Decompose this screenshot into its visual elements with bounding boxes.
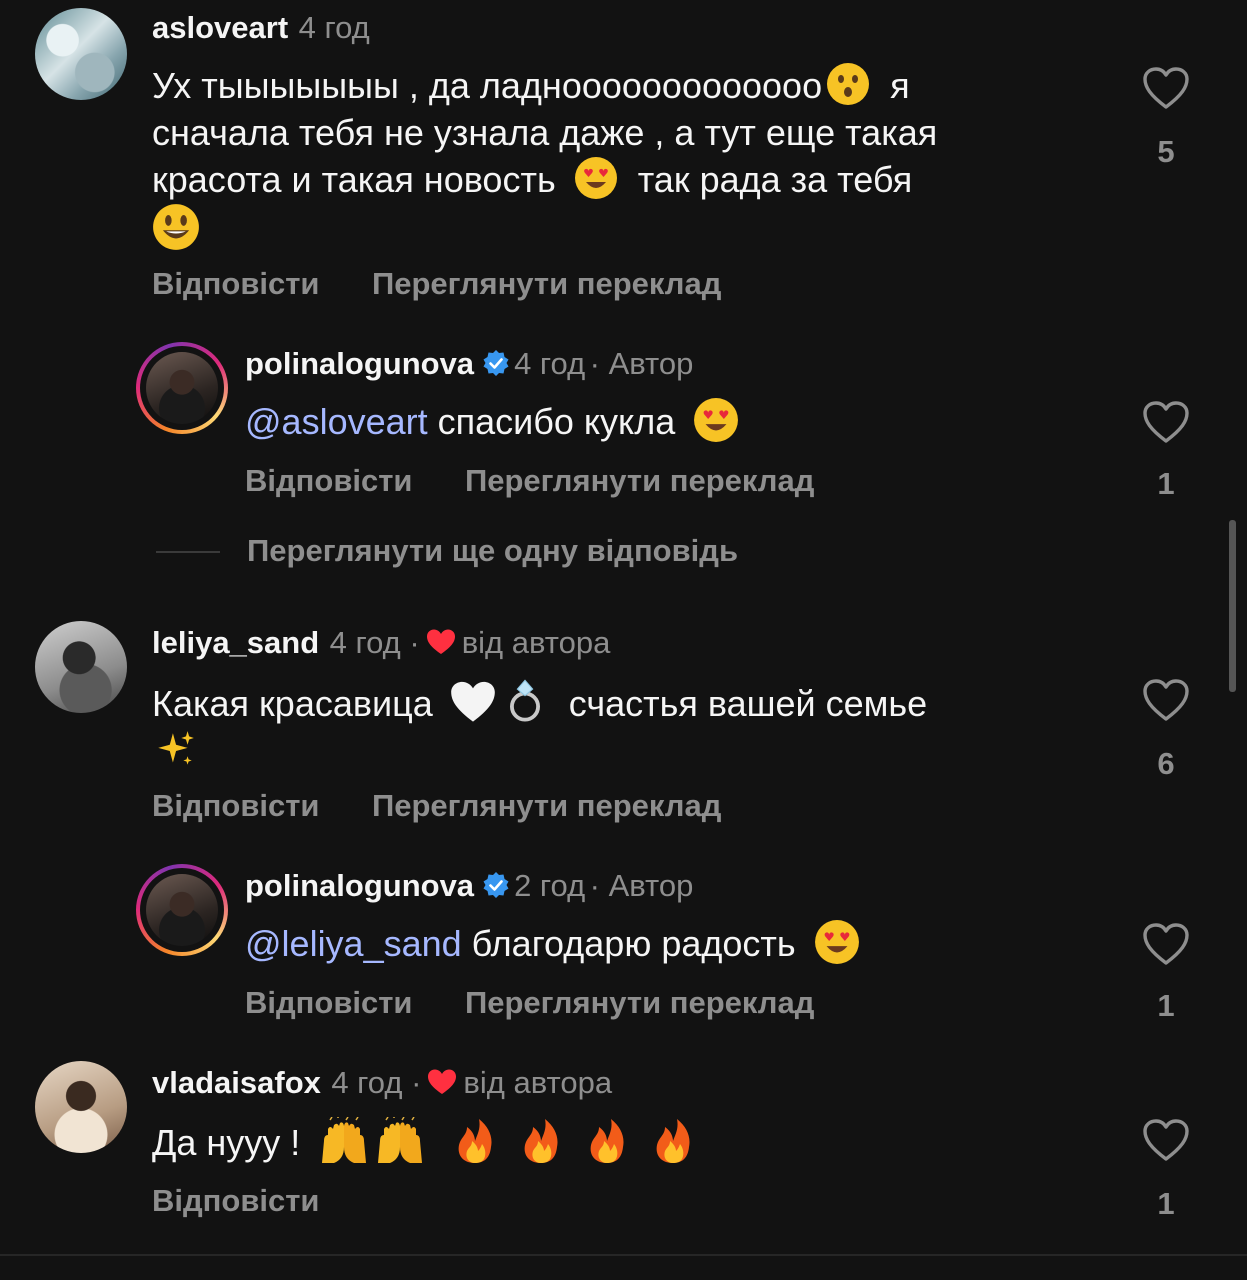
reply-button[interactable]: Відповісти [152, 266, 320, 301]
white-heart-emoji [449, 680, 497, 724]
avatar-polinalogunova [146, 352, 218, 424]
author-label: · Автор [589, 868, 694, 903]
raising-hands-emoji [372, 1117, 428, 1165]
like-heart-icon[interactable] [1142, 678, 1190, 722]
verified-badge-icon [482, 871, 510, 899]
author-label: · Автор [589, 346, 694, 381]
comment-text: @asloveart спасибо кукла [245, 397, 739, 445]
comment-text: Ух тыыыыыыы , да ладнооооооооооооо я сна… [152, 62, 1112, 254]
avatar-polinalogunova [146, 874, 218, 946]
liked-by-author-label: від автора [461, 625, 611, 660]
avatar-asloveart[interactable] [35, 8, 127, 100]
comment-text: Да нууу ! [152, 1117, 696, 1166]
see-translation-button[interactable]: Переглянути переклад [372, 266, 721, 301]
view-more-replies-button[interactable]: Переглянути ще одну відповідь [247, 533, 738, 569]
liked-by-author-label: від автора [463, 1065, 613, 1100]
reply-button[interactable]: Відповісти [245, 985, 413, 1020]
ring-emoji [501, 676, 549, 724]
reply-button[interactable]: Відповісти [245, 463, 413, 498]
reply-button[interactable]: Відповісти [152, 1183, 320, 1218]
like-count: 1 [1157, 988, 1175, 1023]
scrollbar[interactable] [1229, 520, 1236, 692]
like-count: 6 [1157, 746, 1175, 781]
username[interactable]: polinalogunova [245, 346, 474, 381]
see-translation-button[interactable]: Переглянути переклад [465, 985, 814, 1020]
comment-text: @leliya_sand благодарю радость [245, 919, 860, 967]
see-translation-button[interactable]: Переглянути переклад [372, 788, 721, 823]
like-count: 1 [1157, 466, 1175, 501]
comment-text: Какая красавица счастья вашей семье [152, 676, 927, 776]
fire-emoji [650, 1117, 696, 1165]
comment-time: 4 год · [331, 1065, 422, 1100]
heart-eyes-emoji [693, 397, 739, 443]
see-translation-button[interactable]: Переглянути переклад [465, 463, 814, 498]
story-ring[interactable] [136, 342, 228, 434]
like-count: 1 [1157, 1186, 1175, 1221]
fire-emoji [518, 1117, 564, 1165]
hushed-face-emoji [826, 62, 870, 106]
like-count: 5 [1157, 134, 1175, 169]
comment-time: 2 год [514, 868, 586, 903]
username[interactable]: vladaisafox [152, 1065, 321, 1100]
like-heart-icon[interactable] [1142, 922, 1190, 966]
like-heart-icon[interactable] [1142, 1118, 1190, 1162]
like-heart-icon[interactable] [1142, 66, 1190, 110]
comment-time: 4 год · [329, 625, 420, 660]
fire-emoji [452, 1117, 498, 1165]
heart-eyes-emoji [574, 156, 618, 200]
smiley-emoji [152, 203, 200, 251]
bottom-divider [0, 1254, 1247, 1256]
heart-eyes-emoji [814, 919, 860, 965]
verified-badge-icon [482, 349, 510, 377]
raising-hands-emoji [316, 1117, 372, 1165]
username[interactable]: leliya_sand [152, 625, 319, 660]
like-heart-icon[interactable] [1142, 400, 1190, 444]
comment-time: 4 год [514, 346, 586, 381]
reply-button[interactable]: Відповісти [152, 788, 320, 823]
fire-emoji [584, 1117, 630, 1165]
mention-link[interactable]: @leliya_sand [245, 923, 462, 964]
sparkles-emoji [152, 727, 198, 773]
avatar-leliya_sand[interactable] [35, 621, 127, 713]
username[interactable]: asloveart [152, 10, 288, 45]
thread-divider [156, 551, 220, 553]
comment-time: 4 год [298, 10, 370, 45]
liked-by-author-heart-icon [427, 1068, 457, 1096]
mention-link[interactable]: @asloveart [245, 401, 428, 442]
username[interactable]: polinalogunova [245, 868, 474, 903]
avatar-vladaisafox[interactable] [35, 1061, 127, 1153]
story-ring[interactable] [136, 864, 228, 956]
liked-by-author-heart-icon [426, 628, 456, 656]
